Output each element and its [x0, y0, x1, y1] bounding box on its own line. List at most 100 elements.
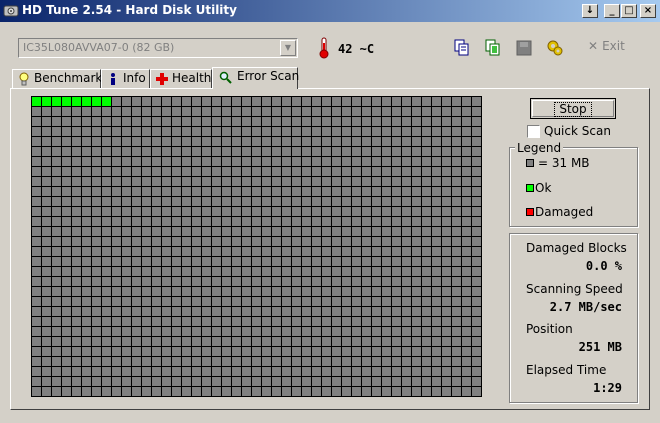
scan-block-unscanned	[72, 217, 81, 226]
scan-block-unscanned	[342, 127, 351, 136]
scan-block-unscanned	[382, 367, 391, 376]
scan-block-unscanned	[312, 297, 321, 306]
scan-block-unscanned	[382, 97, 391, 106]
tab-info[interactable]: Info	[101, 69, 150, 88]
tab-benchmark[interactable]: Benchmark	[12, 69, 102, 88]
scan-block-unscanned	[232, 347, 241, 356]
scan-block-unscanned	[262, 337, 271, 346]
scan-block-unscanned	[292, 227, 301, 236]
scan-block-unscanned	[412, 167, 421, 176]
scan-block-unscanned	[152, 247, 161, 256]
scan-block-unscanned	[392, 267, 401, 276]
scan-block-unscanned	[302, 187, 311, 196]
scan-block-unscanned	[32, 297, 41, 306]
scan-block-unscanned	[252, 387, 261, 396]
scan-block-unscanned	[472, 137, 481, 146]
scan-block-unscanned	[82, 327, 91, 336]
scan-block-unscanned	[122, 107, 131, 116]
scan-block-unscanned	[202, 207, 211, 216]
title-bar[interactable]: HD Tune 2.54 - Hard Disk Utility ↓ _ □ ×	[0, 0, 660, 22]
scan-block-unscanned	[62, 387, 71, 396]
scan-block-unscanned	[172, 367, 181, 376]
scan-block-unscanned	[422, 197, 431, 206]
save-icon[interactable]	[514, 38, 534, 58]
scan-block-unscanned	[152, 197, 161, 206]
scan-block-unscanned	[122, 337, 131, 346]
minimize-button[interactable]: _	[604, 4, 620, 18]
scan-block-unscanned	[402, 147, 411, 156]
scan-block-unscanned	[432, 337, 441, 346]
exit-button[interactable]: ✕ Exit	[588, 39, 625, 57]
quick-scan-label[interactable]: Quick Scan	[544, 124, 611, 138]
scan-block-unscanned	[442, 97, 451, 106]
scan-block-unscanned	[272, 327, 281, 336]
copy-icon[interactable]	[452, 38, 472, 58]
restore-down-button[interactable]: ↓	[582, 4, 598, 18]
scan-block-unscanned	[442, 137, 451, 146]
scan-block-unscanned	[102, 237, 111, 246]
scan-block-unscanned	[462, 157, 471, 166]
scan-block-unscanned	[122, 327, 131, 336]
quick-scan-checkbox[interactable]	[527, 125, 540, 138]
scan-block-unscanned	[62, 187, 71, 196]
scan-block-unscanned	[362, 157, 371, 166]
scan-block-unscanned	[232, 167, 241, 176]
scan-block-unscanned	[162, 227, 171, 236]
scan-block-unscanned	[422, 327, 431, 336]
scan-block-unscanned	[312, 147, 321, 156]
stop-button[interactable]: Stop	[530, 98, 616, 119]
scan-block-unscanned	[242, 207, 251, 216]
scan-block-unscanned	[72, 287, 81, 296]
scan-block-unscanned	[172, 277, 181, 286]
scan-block-unscanned	[62, 357, 71, 366]
scan-block-unscanned	[242, 117, 251, 126]
close-button[interactable]: ×	[640, 4, 656, 18]
scan-block-unscanned	[152, 387, 161, 396]
scan-block-unscanned	[92, 227, 101, 236]
scan-block-unscanned	[332, 377, 341, 386]
scan-block-unscanned	[62, 287, 71, 296]
copy-all-icon[interactable]	[483, 38, 503, 58]
scan-block-unscanned	[182, 217, 191, 226]
scan-block-unscanned	[432, 187, 441, 196]
scan-block-unscanned	[322, 337, 331, 346]
scan-block-unscanned	[122, 207, 131, 216]
scan-block-unscanned	[412, 147, 421, 156]
scan-block-unscanned	[302, 387, 311, 396]
scan-block-unscanned	[222, 297, 231, 306]
options-icon[interactable]	[545, 38, 565, 58]
scan-block-unscanned	[392, 197, 401, 206]
scan-block-unscanned	[192, 187, 201, 196]
scan-block-unscanned	[102, 227, 111, 236]
scan-block-unscanned	[302, 287, 311, 296]
tab-error-scan[interactable]: Error Scan	[212, 67, 299, 89]
chevron-down-icon[interactable]: ▼	[280, 40, 296, 56]
scan-block-unscanned	[382, 187, 391, 196]
tab-health[interactable]: Health	[150, 69, 212, 88]
scan-block-unscanned	[142, 97, 151, 106]
scan-block-unscanned	[102, 197, 111, 206]
scan-block-unscanned	[142, 147, 151, 156]
scan-block-unscanned	[82, 297, 91, 306]
scan-block-unscanned	[332, 357, 341, 366]
scan-block-unscanned	[252, 287, 261, 296]
scan-block-unscanned	[172, 387, 181, 396]
scan-block-unscanned	[362, 107, 371, 116]
scan-block-unscanned	[302, 277, 311, 286]
scan-block-unscanned	[342, 197, 351, 206]
scan-block-unscanned	[272, 237, 281, 246]
scan-block-unscanned	[332, 167, 341, 176]
scan-block-unscanned	[162, 217, 171, 226]
maximize-button[interactable]: □	[621, 4, 637, 18]
scan-block-unscanned	[42, 117, 51, 126]
scan-block-unscanned	[292, 237, 301, 246]
scan-block-unscanned	[322, 327, 331, 336]
scan-block-unscanned	[102, 297, 111, 306]
drive-select[interactable]: IC35L080AVVA07-0 (82 GB) ▼	[18, 38, 298, 58]
scan-block-unscanned	[242, 237, 251, 246]
scan-block-unscanned	[32, 237, 41, 246]
scan-block-unscanned	[172, 107, 181, 116]
scan-block-unscanned	[372, 97, 381, 106]
scan-block-unscanned	[352, 317, 361, 326]
scan-block-unscanned	[222, 327, 231, 336]
